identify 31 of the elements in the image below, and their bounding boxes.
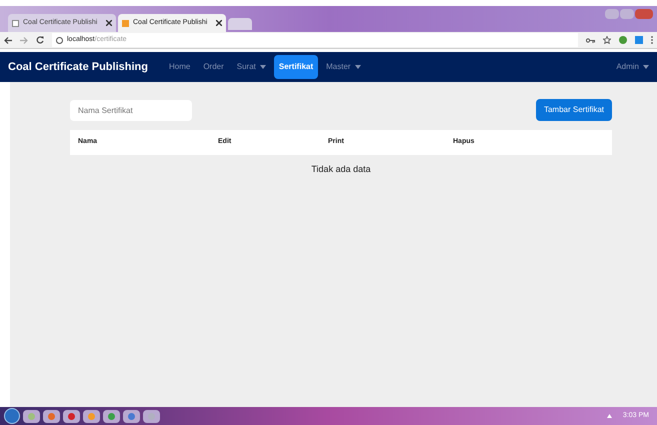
taskbar-app-icon[interactable] — [23, 410, 40, 422]
close-icon[interactable] — [216, 20, 222, 26]
nav-link[interactable]: Sertifikat — [274, 55, 318, 79]
user-menu[interactable]: Admin — [616, 61, 649, 73]
taskbar-app-icon[interactable] — [83, 410, 100, 422]
caret-icon — [260, 65, 266, 69]
taskbar-app-icon[interactable] — [143, 410, 160, 422]
reload-icon[interactable] — [36, 36, 44, 44]
caret-icon — [643, 65, 649, 69]
favicon-icon — [122, 20, 129, 26]
info-icon — [56, 36, 63, 44]
empty-message: Tidak ada data — [311, 163, 371, 176]
page-icon — [12, 20, 19, 26]
caret-icon — [354, 65, 361, 69]
taskbar-app-icon[interactable] — [43, 410, 60, 422]
nav-link[interactable]: Order — [198, 55, 229, 79]
taskbar-app-icon[interactable] — [63, 410, 80, 422]
key-icon[interactable] — [586, 38, 595, 42]
brand-title[interactable]: Coal Certificate Publishing — [8, 58, 148, 76]
back-icon[interactable] — [4, 36, 12, 44]
tray-icon[interactable] — [606, 414, 612, 418]
taskbar-app-icon[interactable] — [123, 410, 140, 422]
star-icon[interactable] — [603, 36, 611, 44]
add-certificate-button[interactable]: Tambar Sertifikat — [536, 99, 612, 121]
nav-link[interactable]: Home — [164, 55, 196, 79]
nav-link[interactable]: Surat — [232, 55, 271, 79]
taskbar-app-icon[interactable] — [103, 410, 120, 422]
close-icon[interactable] — [106, 20, 112, 26]
search-field[interactable]: Nama Sertifikat — [70, 100, 192, 120]
start-icon[interactable] — [4, 408, 20, 424]
nav-link[interactable]: Master — [321, 55, 366, 79]
